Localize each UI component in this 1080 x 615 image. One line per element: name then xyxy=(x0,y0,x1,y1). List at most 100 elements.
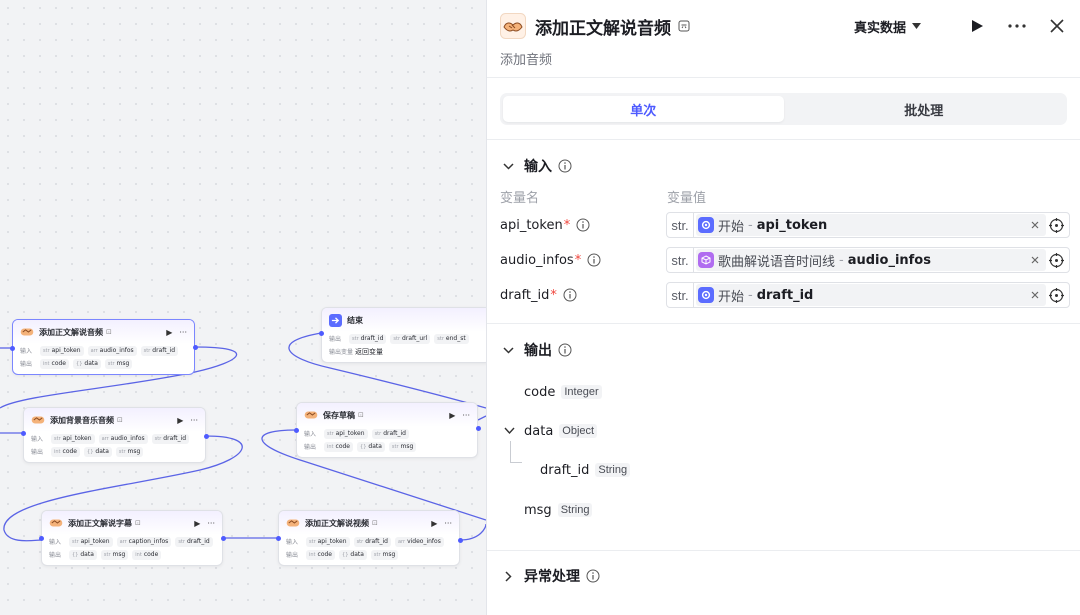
run-node-icon[interactable]: ▶ xyxy=(166,328,172,337)
node-title: 结束 xyxy=(347,315,363,325)
chevron-down-icon[interactable] xyxy=(504,427,515,435)
end-icon xyxy=(329,313,342,327)
tree-connector xyxy=(510,441,522,463)
run-node-icon[interactable]: ▶ xyxy=(449,411,455,420)
variable-value-field[interactable]: str. 开始 - draft_id xyxy=(666,282,1070,308)
node-end[interactable]: 结束 输出 str draft_id str draft_url str end_st… xyxy=(321,307,486,363)
run-node-icon[interactable]: ▶ xyxy=(431,519,437,528)
output-port[interactable] xyxy=(221,536,226,541)
column-header-name: 变量名 xyxy=(500,191,540,206)
chevron-down-icon[interactable] xyxy=(501,343,515,357)
handshake-icon xyxy=(49,519,63,527)
type-badge: Object xyxy=(559,424,598,438)
column-header-value: 变量值 xyxy=(667,191,707,206)
input-port[interactable] xyxy=(21,431,26,436)
more-icon[interactable]: ··· xyxy=(207,519,215,528)
section-title: 输入 xyxy=(524,159,552,175)
node-add-narration-video[interactable]: 添加正文解说视频 ⊡ ▶ ··· 输入 str api_token str draft… xyxy=(278,510,460,566)
chevron-down-icon[interactable] xyxy=(501,159,515,173)
panel-header: 添加正文解说音频 真实数据 添加音频 xyxy=(487,0,1080,78)
input-port[interactable] xyxy=(39,536,44,541)
node-add-narration-caption[interactable]: 添加正文解说字幕 ⊡ ▶ ··· 输入 str api_token arr capti… xyxy=(41,510,223,566)
tab-single[interactable]: 单次 xyxy=(503,96,784,122)
clear-icon[interactable] xyxy=(1029,219,1041,231)
run-node-icon[interactable]: ▶ xyxy=(194,519,200,528)
info-icon[interactable] xyxy=(558,159,572,173)
node-type-icon: ⊡ xyxy=(117,416,123,424)
info-icon[interactable] xyxy=(563,288,577,302)
required-mark: * xyxy=(574,252,582,268)
node-save-draft[interactable]: 保存草稿 ⊡ ▶ ··· 输入 str api_token str draft_id … xyxy=(296,402,478,458)
info-icon[interactable] xyxy=(558,343,572,357)
node-type-icon: ⊡ xyxy=(106,328,112,336)
variable-picker-icon[interactable] xyxy=(1049,288,1064,303)
variable-reference[interactable]: 歌曲解说语音时间线 - audio_infos xyxy=(696,249,1046,271)
output-port[interactable] xyxy=(476,426,481,431)
input-row-draft-id: draft_id * str. 开始 - draft_id xyxy=(500,282,1070,308)
workflow-canvas[interactable]: 添加正文解说音频 ⊡ ▶ ··· 输入 str api_token arr audio… xyxy=(0,0,486,615)
cube-icon xyxy=(698,252,714,268)
variable-value-field[interactable]: str. 歌曲解说语音时间线 - audio_infos xyxy=(666,247,1070,273)
more-icon[interactable]: ··· xyxy=(179,328,187,337)
node-title: 添加正文解说视频 xyxy=(305,518,369,528)
type-tag: str. xyxy=(667,283,694,307)
input-port[interactable] xyxy=(319,331,324,336)
error-handling-section: 异常处理 xyxy=(487,551,1080,587)
handshake-icon xyxy=(20,328,34,336)
run-button[interactable] xyxy=(968,17,986,35)
clear-icon[interactable] xyxy=(1029,289,1041,301)
more-icon[interactable]: ··· xyxy=(462,411,470,420)
node-title: 保存草稿 xyxy=(323,410,355,420)
more-button[interactable] xyxy=(1008,17,1026,35)
clear-icon[interactable] xyxy=(1029,254,1041,266)
close-button[interactable] xyxy=(1048,17,1066,35)
tab-batch[interactable]: 批处理 xyxy=(784,96,1065,122)
section-title[interactable]: 异常处理 xyxy=(524,566,580,586)
more-icon[interactable]: ··· xyxy=(190,416,198,425)
info-icon[interactable] xyxy=(587,253,601,267)
node-type-icon: ⊡ xyxy=(372,519,378,527)
panel-subtitle: 添加音频 xyxy=(500,53,553,68)
handshake-icon xyxy=(286,519,300,527)
node-type-icon: ⊡ xyxy=(135,519,141,527)
variable-reference[interactable]: 开始 - api_token xyxy=(696,214,1046,236)
more-icon[interactable]: ··· xyxy=(444,519,452,528)
output-section: 输出 code Integer data Object draft_id Str… xyxy=(487,324,1080,551)
type-tag: str. xyxy=(667,213,694,237)
output-port[interactable] xyxy=(458,538,463,543)
input-port[interactable] xyxy=(294,428,299,433)
variable-value-field[interactable]: str. 开始 - api_token xyxy=(666,212,1070,238)
input-port[interactable] xyxy=(10,346,15,351)
handshake-icon xyxy=(500,13,526,39)
panel-title: 添加正文解说音频 xyxy=(535,18,671,39)
more-icon xyxy=(1008,24,1026,28)
handshake-icon xyxy=(304,411,318,419)
node-title: 添加正文解说音频 xyxy=(39,327,103,337)
info-icon[interactable] xyxy=(586,569,600,583)
node-config-panel: 添加正文解说音频 真实数据 添加音频 单次 批处理 输入 变量名 变量值 api… xyxy=(486,0,1080,615)
info-icon[interactable] xyxy=(576,218,590,232)
chevron-right-icon[interactable] xyxy=(501,569,515,583)
node-title: 添加正文解说字幕 xyxy=(68,518,132,528)
run-node-icon[interactable]: ▶ xyxy=(177,416,183,425)
caret-down-icon xyxy=(912,23,921,29)
section-title: 输出 xyxy=(524,343,552,359)
output-var-data: data Object xyxy=(524,422,598,440)
type-badge: String xyxy=(557,503,593,517)
input-port[interactable] xyxy=(276,536,281,541)
required-mark: * xyxy=(563,217,571,233)
variable-reference[interactable]: 开始 - draft_id xyxy=(696,284,1046,306)
output-port[interactable] xyxy=(193,345,198,350)
node-add-narration-audio[interactable]: 添加正文解说音频 ⊡ ▶ ··· 输入 str api_token arr audio… xyxy=(12,319,195,375)
output-var-code: code Integer xyxy=(524,383,602,401)
plugin-badge-icon xyxy=(678,20,690,32)
mode-tabs: 单次 批处理 xyxy=(500,93,1067,125)
required-mark: * xyxy=(550,287,557,303)
variable-picker-icon[interactable] xyxy=(1049,253,1064,268)
variable-picker-icon[interactable] xyxy=(1049,218,1064,233)
node-add-bgm-audio[interactable]: 添加背景音乐音频 ⊡ ▶ ··· 输入 str api_token arr audio… xyxy=(23,407,206,463)
start-node-icon xyxy=(698,217,714,233)
data-source-select[interactable]: 真实数据 xyxy=(854,17,921,36)
output-port[interactable] xyxy=(204,434,209,439)
node-title: 添加背景音乐音频 xyxy=(50,415,114,425)
